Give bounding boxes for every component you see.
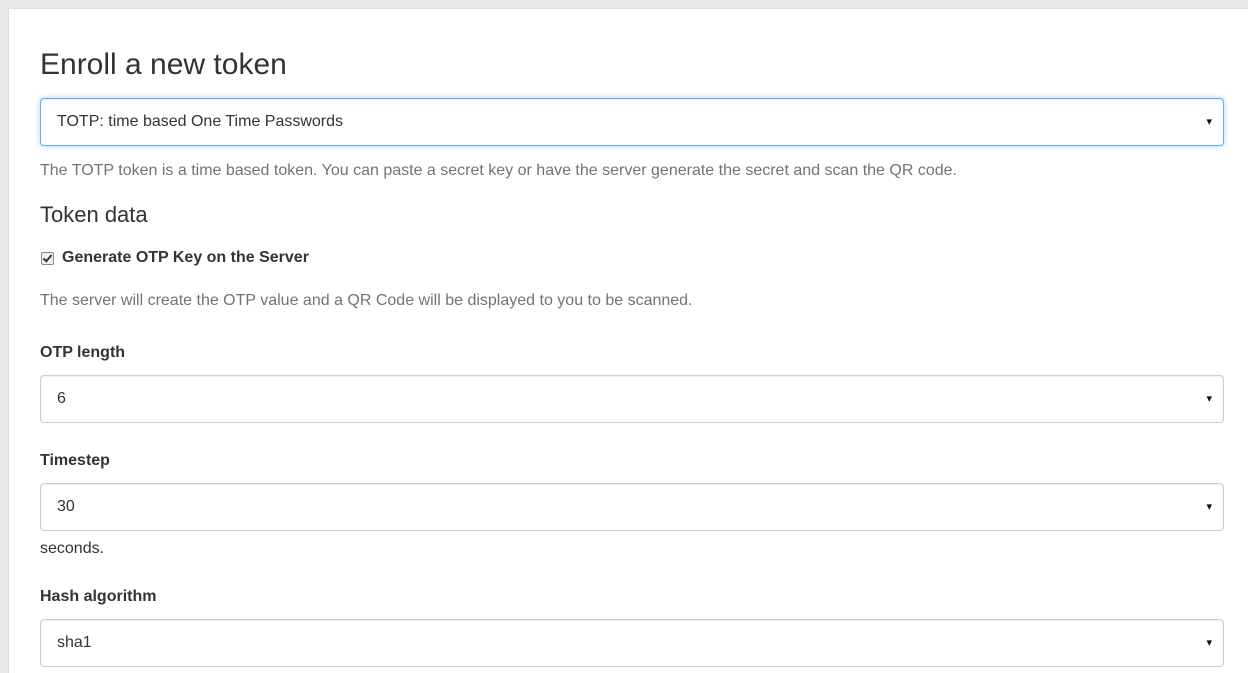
generate-key-checkbox-row[interactable]: Generate OTP Key on the Server bbox=[41, 247, 309, 269]
caret-down-icon: ▾ bbox=[1206, 116, 1212, 128]
otp-length-select-value: 6 bbox=[57, 390, 66, 407]
hash-algorithm-select-value: sha1 bbox=[57, 634, 92, 651]
otp-length-label: OTP length bbox=[40, 344, 126, 361]
token-type-description: The TOTP token is a time based token. Yo… bbox=[40, 162, 957, 179]
generate-key-checkbox[interactable] bbox=[41, 251, 54, 265]
hash-algorithm-label: Hash algorithm bbox=[40, 588, 157, 605]
page-title: Enroll a new token bbox=[40, 48, 287, 81]
caret-down-icon: ▾ bbox=[1206, 637, 1212, 649]
generate-key-label[interactable]: Generate OTP Key on the Server bbox=[62, 249, 309, 267]
timestep-label: Timestep bbox=[40, 452, 110, 469]
hash-algorithm-select[interactable]: sha1 ▾ bbox=[40, 619, 1224, 667]
timestep-unit: seconds. bbox=[40, 540, 105, 557]
caret-down-icon: ▾ bbox=[1206, 501, 1212, 513]
timestep-select[interactable]: 30 ▾ bbox=[40, 483, 1224, 531]
caret-down-icon: ▾ bbox=[1206, 393, 1212, 405]
token-type-select[interactable]: TOTP: time based One Time Passwords ▾ bbox=[40, 98, 1224, 146]
generate-key-help: The server will create the OTP value and… bbox=[40, 292, 693, 309]
token-data-heading: Token data bbox=[40, 202, 148, 227]
enroll-panel: Enroll a new token TOTP: time based One … bbox=[8, 8, 1248, 673]
otp-length-select[interactable]: 6 ▾ bbox=[40, 375, 1224, 423]
token-type-select-value: TOTP: time based One Time Passwords bbox=[57, 113, 344, 130]
timestep-select-value: 30 bbox=[57, 498, 75, 515]
